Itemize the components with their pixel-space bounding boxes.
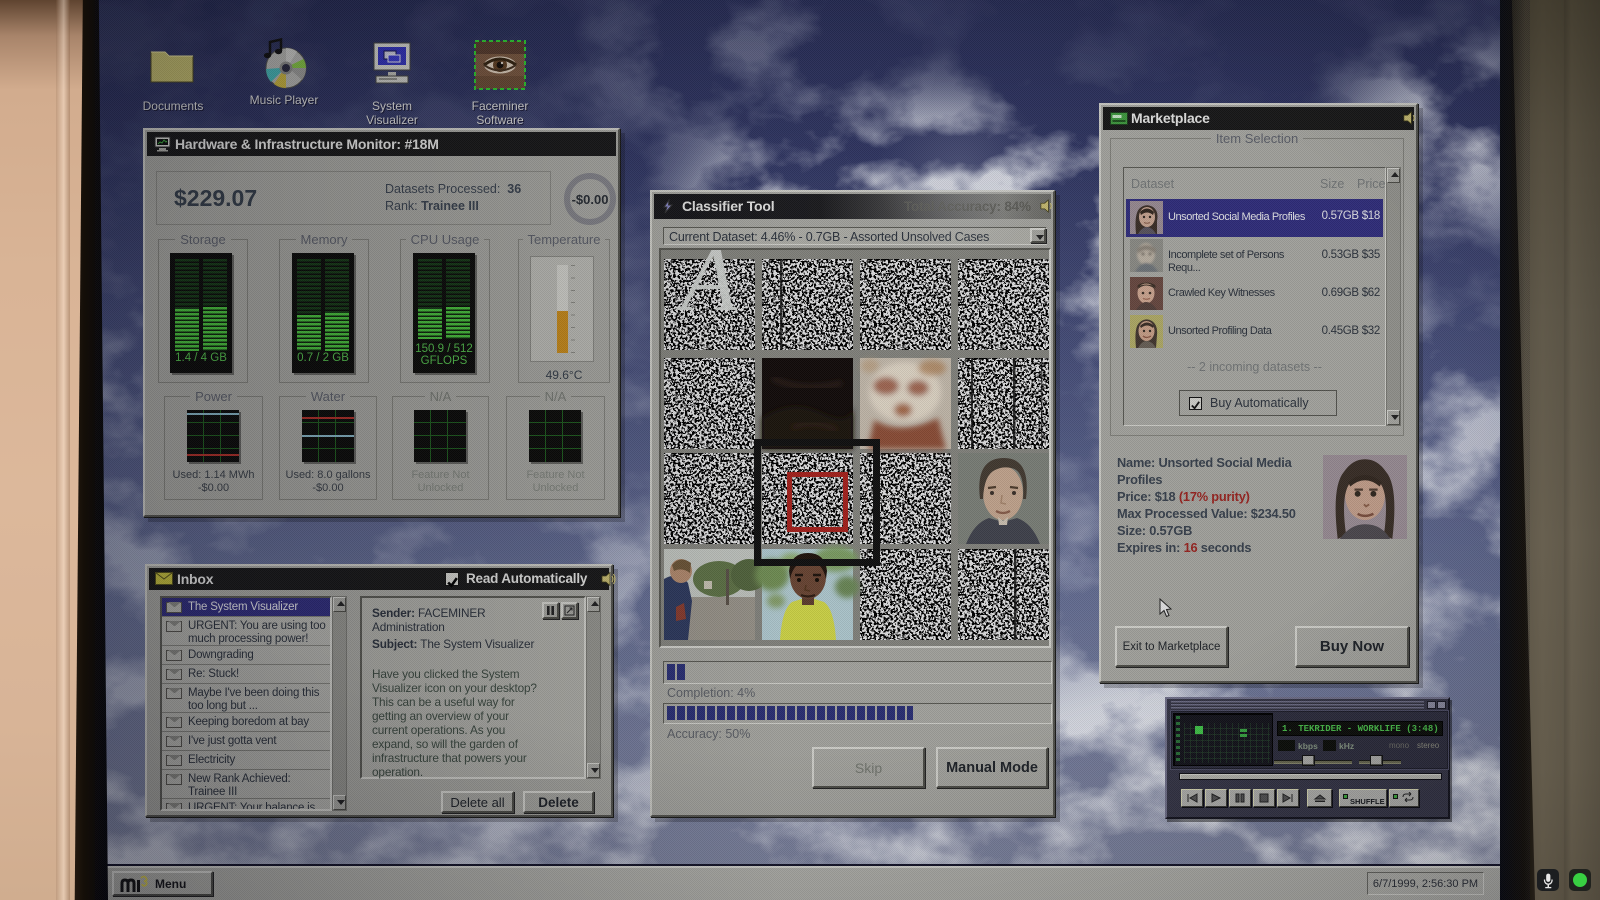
svg-text:A: A (675, 250, 738, 330)
